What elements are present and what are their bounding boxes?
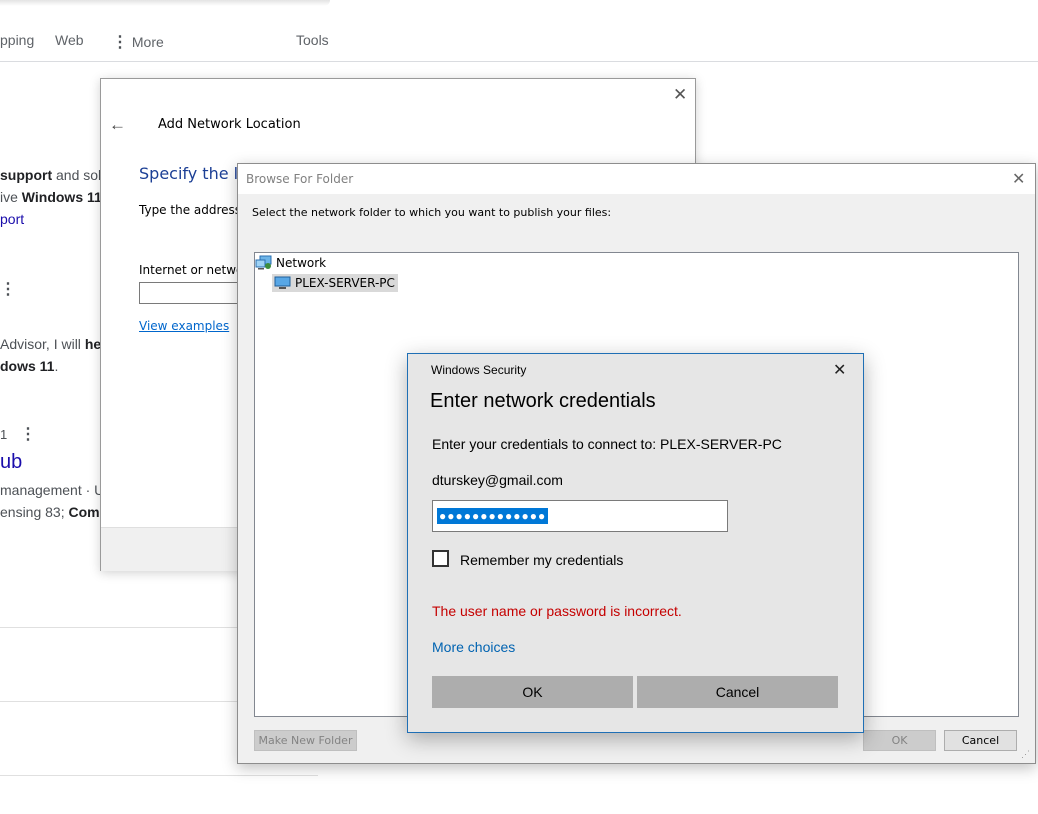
view-examples-link[interactable]: View examples xyxy=(139,319,229,333)
result-2-rest: . xyxy=(54,358,59,374)
more-dots-icon: ⋮ xyxy=(112,34,128,51)
result-1-link[interactable]: port xyxy=(0,211,24,227)
close-icon[interactable]: ✕ xyxy=(673,85,687,105)
wizard-heading: Add Network Location xyxy=(158,117,301,132)
tree-item-network[interactable]: Network xyxy=(276,256,326,270)
result-menu-icon[interactable]: ⋮ xyxy=(0,279,16,299)
tree-item-label: PLEX-SERVER-PC xyxy=(295,276,395,290)
result-1-line-1: support and solu xyxy=(0,164,109,186)
browse-titlebar: Browse For Folder ✕ xyxy=(238,164,1035,194)
result-3-snippet-1: management · U xyxy=(0,482,105,498)
divider xyxy=(0,775,318,776)
result-1-bold-2: Windows 11 xyxy=(21,189,102,205)
result-2-pre: Advisor, I will xyxy=(0,336,85,352)
tab-shopping[interactable]: pping xyxy=(0,32,34,48)
tabs-divider xyxy=(0,61,1038,62)
more-choices-link[interactable]: More choices xyxy=(432,639,515,655)
browse-ok-button[interactable]: OK xyxy=(863,730,936,751)
username-display: dturskey@gmail.com xyxy=(432,472,563,488)
close-icon[interactable]: ✕ xyxy=(1012,169,1025,189)
result-1-pre: ive xyxy=(0,189,22,205)
error-message: The user name or password is incorrect. xyxy=(432,603,682,619)
result-3-menu-icon[interactable]: ⋮ xyxy=(20,424,36,444)
result-3-snippet-2: ensing 83; Com xyxy=(0,501,100,523)
remember-credentials-checkbox[interactable] xyxy=(432,550,449,567)
result-3-bold: Com xyxy=(68,504,100,520)
browse-title: Browse For Folder xyxy=(246,172,354,186)
windows-security-dialog: Windows Security ✕ Enter network credent… xyxy=(407,353,864,733)
result-2-bold-2: dows 11 xyxy=(0,358,55,374)
tab-more-label: More xyxy=(131,34,164,50)
result-2-line-1: Advisor, I will hel xyxy=(0,333,105,355)
tools-button[interactable]: Tools xyxy=(296,32,329,48)
password-field[interactable]: ●●●●●●●●●●●●● xyxy=(432,500,728,532)
browse-cancel-button[interactable]: Cancel xyxy=(944,730,1017,751)
divider xyxy=(0,701,240,702)
browser-topbar-shadow xyxy=(0,0,330,6)
computer-icon xyxy=(274,276,291,289)
result-3-meta: 1 xyxy=(0,427,8,442)
result-1-line-2: ive Windows 11 xyxy=(0,186,102,208)
remember-credentials-label[interactable]: Remember my credentials xyxy=(460,552,623,568)
dialog-caption: Windows Security xyxy=(431,363,527,377)
connect-text: Enter your credentials to connect to: PL… xyxy=(432,436,782,452)
divider xyxy=(0,627,240,628)
resize-grip-icon[interactable]: ⋰ xyxy=(1021,749,1030,760)
result-3-pre: ensing 83; xyxy=(0,504,69,520)
result-2-line-2: dows 11. xyxy=(0,355,58,377)
make-new-folder-button[interactable]: Make New Folder xyxy=(254,730,357,751)
browse-instruction: Select the network folder to which you w… xyxy=(252,206,612,219)
password-value: ●●●●●●●●●●●●● xyxy=(437,508,549,524)
tree-item-plex-server-pc[interactable]: PLEX-SERVER-PC xyxy=(272,274,398,292)
result-3-title[interactable]: ub xyxy=(0,451,22,474)
tab-more[interactable]: ⋮ More xyxy=(112,32,164,52)
cancel-button[interactable]: Cancel xyxy=(637,676,838,708)
ok-button[interactable]: OK xyxy=(432,676,633,708)
close-icon[interactable]: ✕ xyxy=(833,360,846,380)
network-icon xyxy=(255,255,272,270)
dialog-title: Enter network credentials xyxy=(430,390,656,412)
tab-web[interactable]: Web xyxy=(55,32,84,48)
back-arrow-icon[interactable]: ← xyxy=(109,115,126,135)
result-1-bold: support xyxy=(0,167,53,183)
